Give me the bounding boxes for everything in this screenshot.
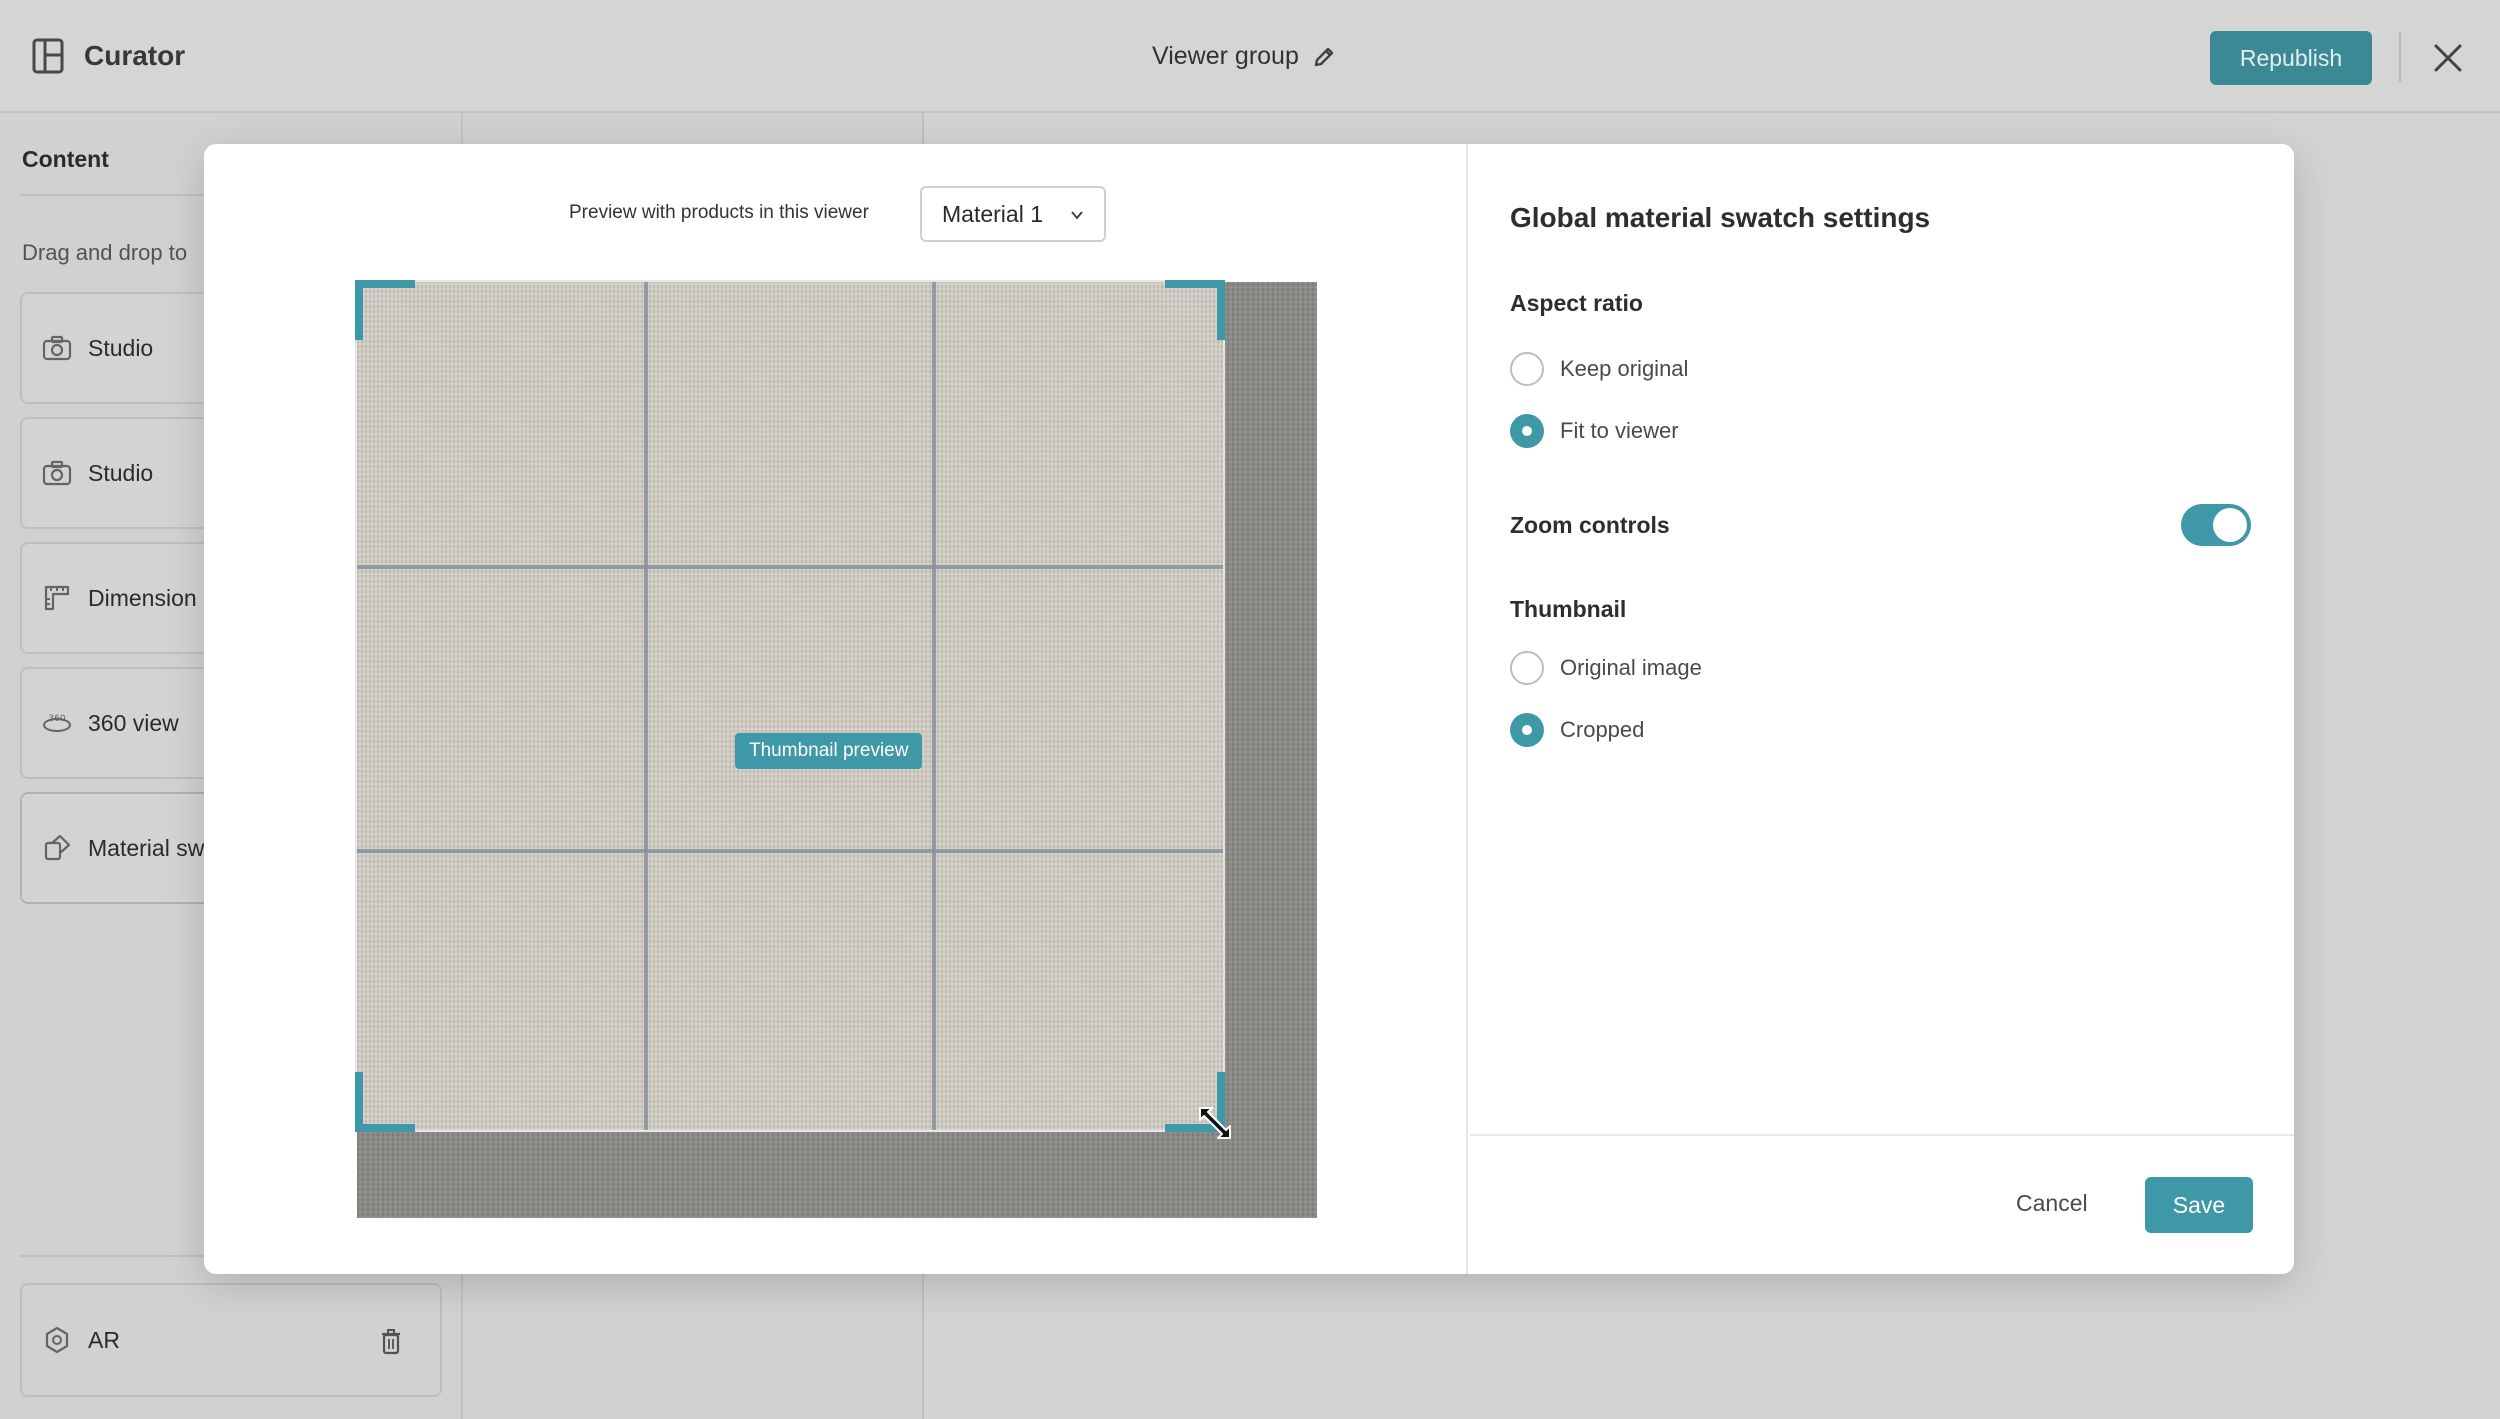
preview-area: Preview with products in this viewer Mat… (204, 144, 1468, 1274)
grid-line (357, 565, 1223, 569)
crop-area[interactable] (355, 280, 1225, 1132)
radio-fit-to-viewer[interactable]: Fit to viewer (1510, 414, 1679, 448)
grid-line (644, 282, 648, 1130)
crop-handle-bottom-left[interactable] (355, 1072, 415, 1132)
grid-line (357, 849, 1223, 853)
grid-line (932, 282, 936, 1130)
radio-label: Keep original (1560, 356, 1689, 381)
material-swatch-settings-modal: Preview with products in this viewer Mat… (204, 144, 2294, 1274)
radio-button[interactable] (1510, 651, 1544, 685)
zoom-controls-toggle[interactable] (2181, 504, 2251, 546)
material-select-value: Material 1 (942, 200, 1043, 227)
settings-panel: Global material swatch settings Aspect r… (1470, 144, 2294, 1274)
settings-title: Global material swatch settings (1510, 202, 1931, 233)
radio-keep-original[interactable]: Keep original (1510, 352, 1688, 386)
toggle-knob (2213, 508, 2247, 542)
thumbnail-label: Thumbnail (1510, 596, 1627, 622)
cancel-button[interactable]: Cancel (2016, 1190, 2088, 1217)
radio-label: Original image (1560, 655, 1702, 680)
preview-label: Preview with products in this viewer (569, 202, 869, 223)
crop-handle-top-right[interactable] (1165, 280, 1225, 340)
chevron-down-icon (1071, 211, 1083, 220)
crop-handle-top-left[interactable] (355, 280, 415, 340)
radio-label: Fit to viewer (1560, 418, 1679, 443)
radio-original-image[interactable]: Original image (1510, 651, 1702, 685)
radio-button-selected[interactable] (1510, 713, 1544, 747)
save-button[interactable]: Save (2145, 1177, 2253, 1233)
footer-divider (1470, 1134, 2294, 1136)
resize-cursor-icon (1199, 1107, 1231, 1139)
radio-button-selected[interactable] (1510, 414, 1544, 448)
radio-label: Cropped (1560, 717, 1645, 742)
aspect-ratio-label: Aspect ratio (1510, 290, 1643, 316)
material-select[interactable]: Material 1 (920, 186, 1106, 242)
radio-cropped[interactable]: Cropped (1510, 713, 1644, 747)
zoom-controls-label: Zoom controls (1510, 512, 1670, 538)
thumbnail-preview-label: Thumbnail preview (735, 733, 923, 769)
radio-button[interactable] (1510, 352, 1544, 386)
